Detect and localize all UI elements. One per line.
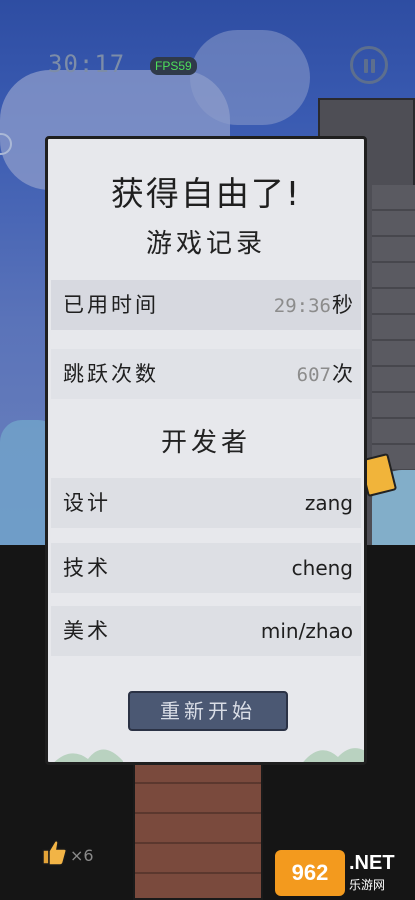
credit-name: cheng <box>291 556 353 580</box>
game-result-dialog: 获得自由了! 游戏记录 已用时间 29:36秒 跳跃次数 607次 开发者 设计… <box>45 136 367 765</box>
stat-row-jumps: 跳跃次数 607次 <box>51 349 361 399</box>
watermark-logo: 962 <box>275 850 345 896</box>
developer-heading: 开发者 <box>160 428 251 458</box>
pause-button[interactable] <box>350 46 388 84</box>
stat-label: 跳跃次数 <box>63 362 159 386</box>
restart-button[interactable]: 重新开始 <box>128 691 288 731</box>
site-watermark: 962 .NET 乐游网 <box>275 850 415 900</box>
credit-row-design: 设计 zang <box>51 478 361 528</box>
cloud <box>190 30 310 125</box>
thumbs-up-icon <box>42 840 67 866</box>
brick-pillar <box>133 752 263 900</box>
stat-value: 607次 <box>297 349 353 400</box>
credit-row-tech: 技术 cheng <box>51 543 361 593</box>
stat-unit: 次 <box>332 362 353 386</box>
credit-row-art: 美术 min/zhao <box>51 606 361 656</box>
pause-icon <box>371 59 375 73</box>
stat-number: 29:36 <box>273 295 331 317</box>
brick-wall <box>372 185 415 485</box>
stat-number: 607 <box>296 364 331 386</box>
dialog-title: 获得自由了! <box>110 174 302 213</box>
watermark-net: .NET <box>349 852 395 874</box>
fps-counter: FPS59 <box>150 57 197 75</box>
credit-role: 美术 <box>63 619 111 643</box>
stat-label: 已用时间 <box>63 293 159 317</box>
stat-unit: 秒 <box>332 293 353 317</box>
watermark-sub: 乐游网 <box>349 878 386 892</box>
credit-role: 设计 <box>63 491 111 515</box>
game-timer: 30:17 <box>48 50 126 78</box>
stat-row-time: 已用时间 29:36秒 <box>51 280 361 330</box>
credit-name: min/zhao <box>260 619 353 643</box>
pause-icon <box>364 59 368 73</box>
credit-name: zang <box>304 491 353 515</box>
credit-role: 技术 <box>63 556 111 580</box>
lives-count: ×6 <box>70 846 94 865</box>
stat-value: 29:36秒 <box>274 280 353 331</box>
record-heading: 游戏记录 <box>145 229 266 259</box>
